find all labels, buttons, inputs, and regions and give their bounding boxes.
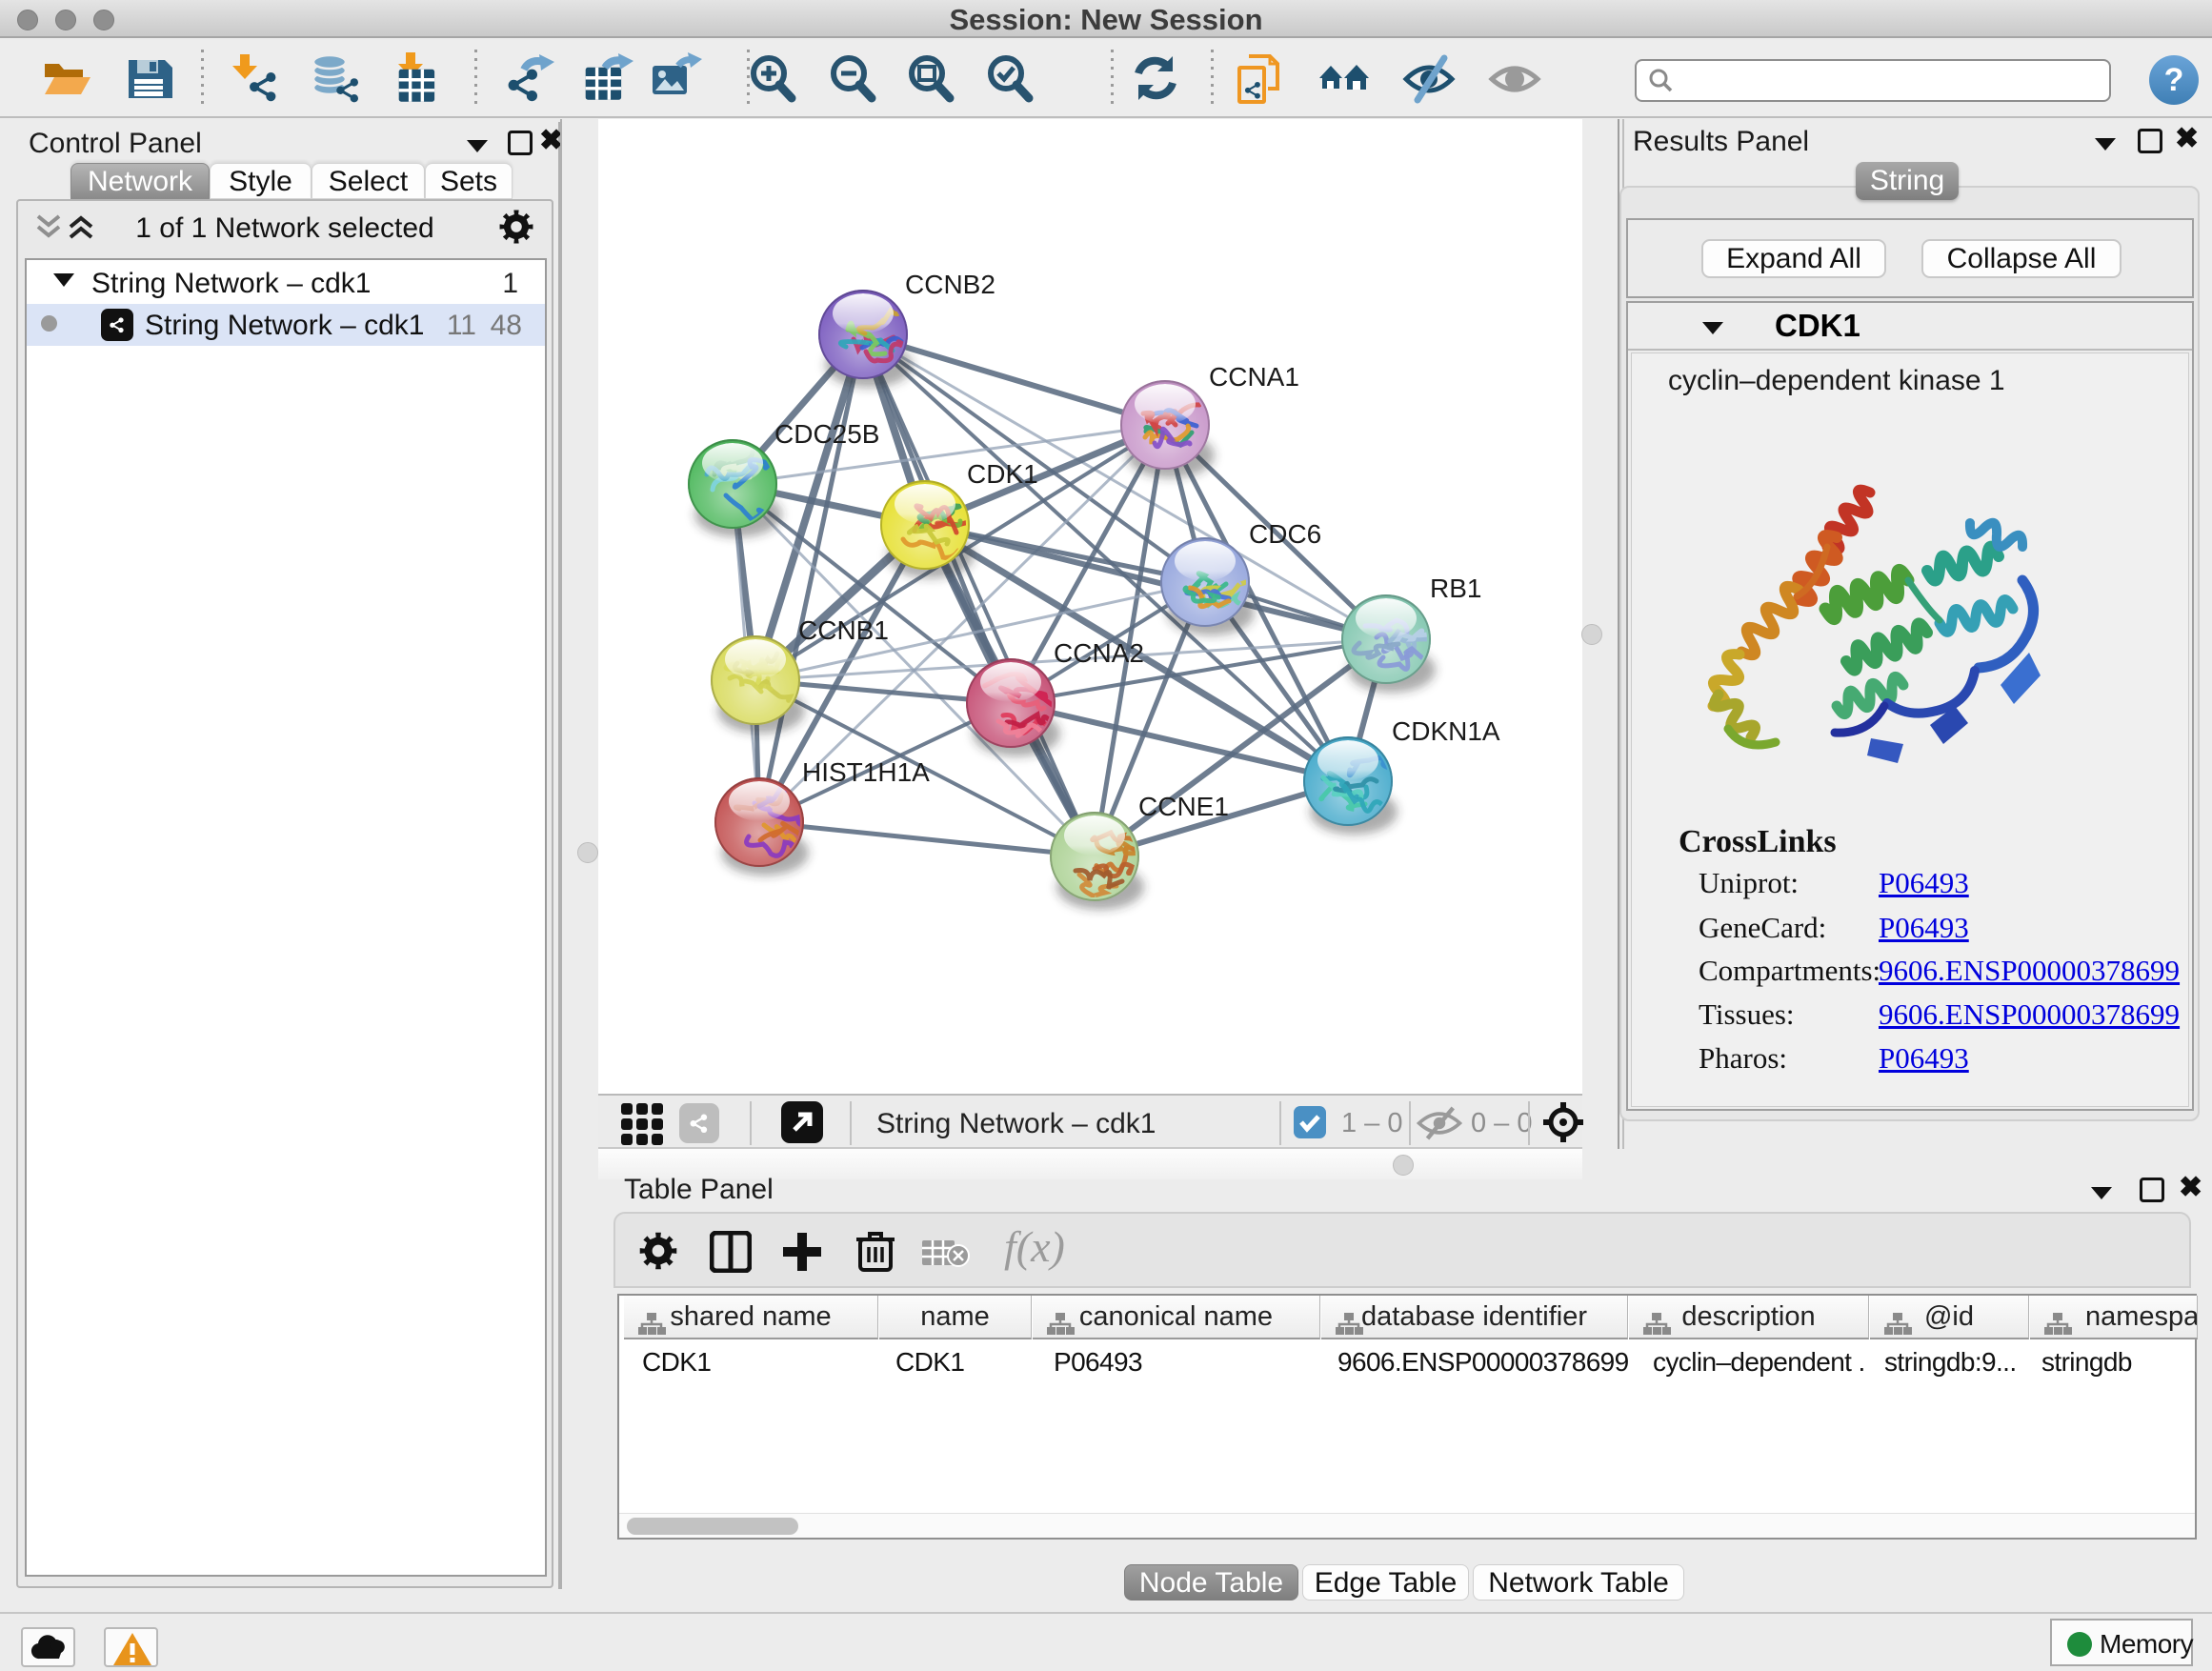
svg-text:CCNA2: CCNA2 [1054, 638, 1144, 668]
svg-text:CCNB1: CCNB1 [798, 615, 889, 645]
svg-text:CDKN1A: CDKN1A [1392, 716, 1500, 746]
svg-text:CDC25B: CDC25B [774, 419, 879, 449]
svg-text:CCNA1: CCNA1 [1209, 362, 1299, 392]
svg-text:RB1: RB1 [1430, 574, 1481, 603]
svg-text:CCNB2: CCNB2 [905, 270, 995, 299]
svg-text:CDK1: CDK1 [967, 459, 1038, 489]
svg-text:CCNE1: CCNE1 [1138, 792, 1229, 821]
svg-text:CDC6: CDC6 [1249, 519, 1321, 549]
svg-text:HIST1H1A: HIST1H1A [802, 757, 930, 787]
